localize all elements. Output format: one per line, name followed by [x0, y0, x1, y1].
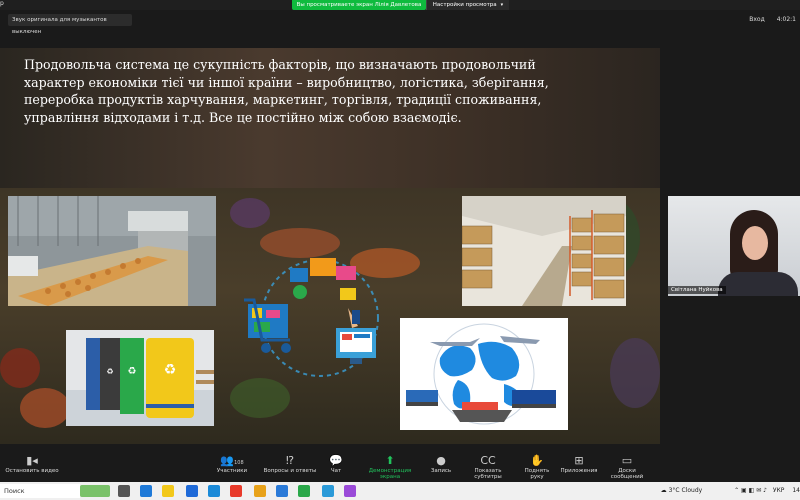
- apps-button[interactable]: ⊞ Приложения: [560, 454, 598, 474]
- window-title: р: [0, 0, 4, 7]
- weather-text: 3°C Cloudy: [668, 487, 703, 494]
- vegetable-decoration: [0, 348, 40, 388]
- recycling-bins-image: ♻ ♻ ♻: [66, 330, 214, 426]
- chat-icon: 💬: [329, 454, 343, 467]
- svg-text:♻: ♻: [128, 366, 137, 377]
- participant-video[interactable]: Світлана Нуйкова: [668, 196, 800, 296]
- chrome-alt-icon[interactable]: [298, 485, 310, 497]
- svg-text:♻: ♻: [106, 367, 113, 376]
- cloud-icon: ☁: [660, 487, 667, 494]
- raise-hand-button[interactable]: ✋ Поднять руку: [518, 454, 556, 480]
- record-label: Запись: [430, 468, 452, 474]
- vegetable-decoration: [230, 198, 270, 228]
- participant-name: Світлана Нуйкова: [668, 286, 726, 294]
- zoom-icon[interactable]: [276, 485, 288, 497]
- viewing-screen-banner: Вы просматриваете экран Лілія Давлетова: [292, 0, 426, 10]
- participants-label: Участники: [216, 468, 248, 474]
- telegram-icon[interactable]: [322, 485, 334, 497]
- store-icon[interactable]: [186, 485, 198, 497]
- record-icon: ●: [436, 454, 446, 467]
- taskbar-clock[interactable]: 14: [792, 487, 800, 494]
- qa-button[interactable]: ⁉ Вопросы и ответы: [262, 454, 318, 474]
- participant-face: [742, 226, 768, 260]
- opera-icon[interactable]: [230, 485, 242, 497]
- taskbar-widget-icon[interactable]: [80, 485, 110, 497]
- vegetable-decoration: [230, 378, 290, 418]
- hand-icon: ✋: [530, 454, 544, 467]
- stop-video-label: Остановить видео: [5, 468, 59, 474]
- view-options-label: Настройки просмотра: [432, 2, 497, 8]
- share-screen-button[interactable]: ⬆ Демонстрация экрана: [358, 454, 422, 480]
- file-explorer-icon[interactable]: [162, 485, 174, 497]
- vegetable-decoration: [610, 338, 660, 408]
- task-view-icon[interactable]: [118, 485, 130, 497]
- logistics-globe-image: [400, 318, 568, 430]
- original-sound-notice: Звук оригинала для музыкантов выключен: [8, 14, 132, 35]
- tray-icons[interactable]: ⌃ ▣ ◧ ✉ ♪: [734, 487, 767, 494]
- factory-production-image: [8, 196, 216, 306]
- shared-screen: Продовольча система це сукупність фактор…: [0, 48, 660, 444]
- participants-count: 108: [234, 460, 244, 466]
- ecommerce-illustration: [240, 248, 384, 378]
- qa-icon: ⁉: [285, 454, 295, 467]
- slide-text: Продовольча система це сукупність фактор…: [24, 57, 549, 125]
- whiteboard-icon: ▭: [621, 454, 633, 467]
- top-right-controls: Вход 4:02:1: [749, 16, 796, 23]
- windows-taskbar: Поиск ☁ 3°C Cloudy ⌃ ▣ ◧ ✉ ♪ УКР 14: [0, 482, 800, 500]
- meeting-timer: 4:02:1: [776, 16, 796, 23]
- chrome-icon[interactable]: [254, 485, 266, 497]
- enter-button[interactable]: Вход: [749, 16, 765, 23]
- meeting-toolbar: ▮◂ Остановить видео 👥108 Участники ⁉ Воп…: [0, 452, 800, 482]
- search-label: Поиск: [4, 487, 25, 495]
- participant-body: [718, 272, 798, 296]
- chevron-down-icon: ▾: [500, 2, 504, 8]
- mail-icon[interactable]: [208, 485, 220, 497]
- viber-icon[interactable]: [344, 485, 356, 497]
- raise-hand-label: Поднять руку: [524, 468, 550, 480]
- participants-icon: 👥108: [220, 454, 244, 467]
- subtitles-button[interactable]: CC Показать субтитры: [462, 454, 514, 480]
- svg-text:♻: ♻: [164, 362, 177, 378]
- view-options-button[interactable]: Настройки просмотра ▾: [426, 0, 509, 10]
- whiteboards-label: Доски сообщений: [610, 468, 644, 480]
- chat-label: Чат: [330, 468, 342, 474]
- video-camera-icon: ▮◂: [26, 454, 38, 467]
- taskbar-search[interactable]: Поиск: [0, 484, 80, 498]
- whiteboards-button[interactable]: ▭ Доски сообщений: [602, 454, 652, 480]
- apps-icon: ⊞: [574, 454, 584, 467]
- participants-button[interactable]: 👥108 Участники: [212, 454, 252, 474]
- qa-label: Вопросы и ответы: [263, 468, 317, 474]
- cc-icon: CC: [480, 454, 496, 467]
- warehouse-storage-image: [462, 196, 626, 306]
- language-indicator[interactable]: УКР: [773, 487, 785, 494]
- apps-label: Приложения: [560, 468, 598, 474]
- vegetable-decoration: [20, 388, 70, 428]
- share-screen-icon: ⬆: [385, 454, 395, 467]
- record-button[interactable]: ● Запись: [428, 454, 454, 474]
- subtitles-label: Показать субтитры: [474, 468, 502, 480]
- share-screen-label: Демонстрация экрана: [368, 468, 412, 480]
- chat-button[interactable]: 💬 Чат: [326, 454, 346, 474]
- stop-video-button[interactable]: ▮◂ Остановить видео: [4, 454, 60, 474]
- system-tray: ☁ 3°C Cloudy ⌃ ▣ ◧ ✉ ♪ УКР 14: [661, 482, 800, 500]
- edge-icon[interactable]: [140, 485, 152, 497]
